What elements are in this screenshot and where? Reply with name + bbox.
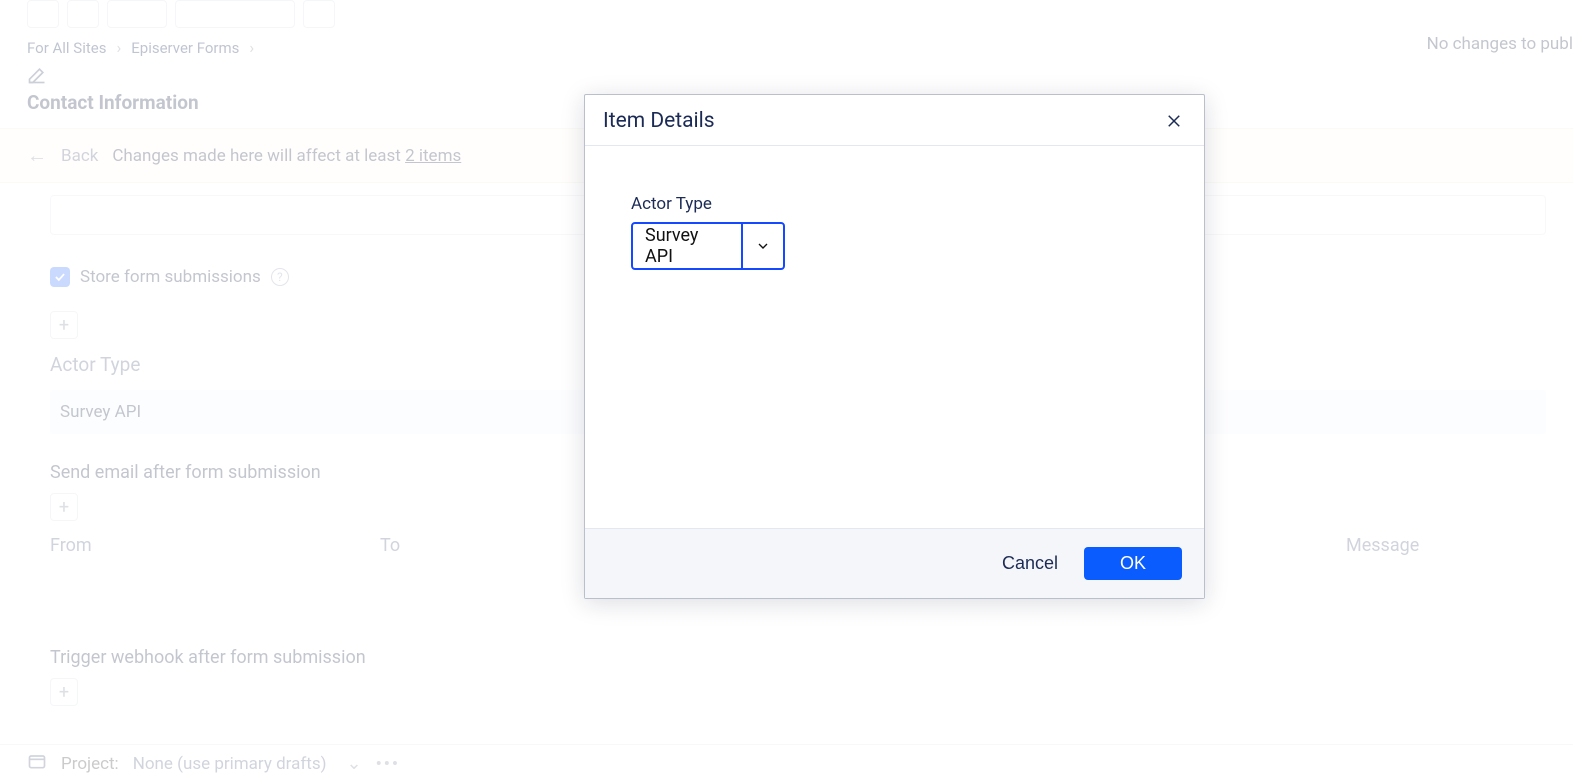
dialog-header: Item Details <box>585 95 1204 146</box>
close-icon[interactable] <box>1162 109 1186 133</box>
actor-type-field-label: Actor Type <box>631 194 1158 214</box>
dialog-body: Actor Type Survey API <box>585 146 1204 528</box>
item-details-dialog: Item Details Actor Type Survey API Cance… <box>584 94 1205 599</box>
dialog-title: Item Details <box>603 109 715 133</box>
chevron-down-icon[interactable] <box>741 224 783 268</box>
actor-type-select[interactable]: Survey API <box>631 222 785 270</box>
cancel-button[interactable]: Cancel <box>1002 553 1058 574</box>
actor-type-selected: Survey API <box>633 224 741 268</box>
dialog-footer: Cancel OK <box>585 528 1204 598</box>
ok-button[interactable]: OK <box>1084 547 1182 580</box>
